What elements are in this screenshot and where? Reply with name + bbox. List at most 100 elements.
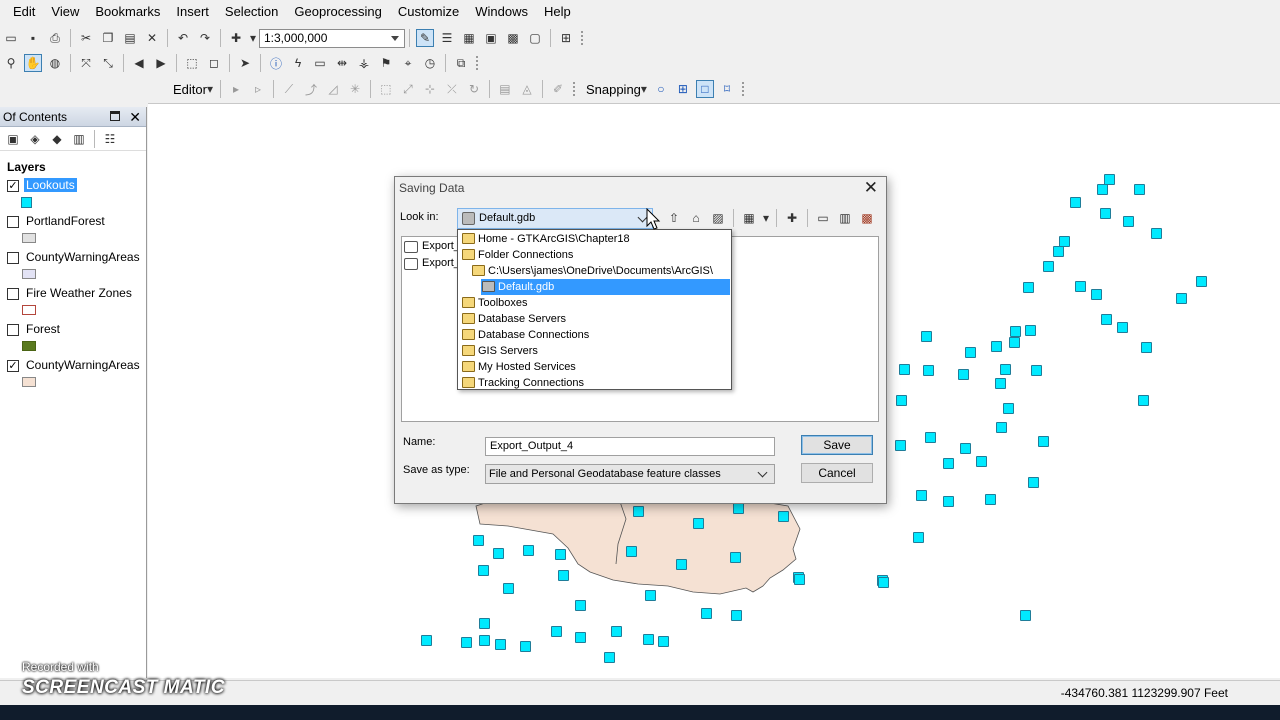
go-to-xy-icon[interactable]: ⌖ xyxy=(399,54,417,72)
edit-tool-icon[interactable]: ▸ xyxy=(227,80,245,98)
layer-visibility-checkbox[interactable] xyxy=(7,324,19,336)
create-features-icon[interactable]: ✐ xyxy=(549,80,567,98)
rotate-icon[interactable]: ↻ xyxy=(465,80,483,98)
attributes-icon[interactable]: ▤ xyxy=(496,80,514,98)
python-window-icon[interactable]: ▢ xyxy=(526,29,544,47)
layer-countywarningareas[interactable]: CountyWarningAreas xyxy=(0,249,147,267)
menu-windows[interactable]: Windows xyxy=(467,0,536,24)
default-geodatabase-icon[interactable]: ▨ xyxy=(709,209,727,227)
layer-visibility-checkbox[interactable]: ✓ xyxy=(7,180,19,192)
options-icon[interactable]: ☷ xyxy=(101,130,119,148)
layer-visibility-checkbox[interactable] xyxy=(7,288,19,300)
back-icon[interactable]: ◀ xyxy=(130,54,148,72)
dropdown-item[interactable]: Database Connections xyxy=(461,327,593,343)
menu-selection[interactable]: Selection xyxy=(217,0,286,24)
pan-icon[interactable]: ✋ xyxy=(24,54,42,72)
editor-toolbar-icon[interactable]: ✎ xyxy=(416,29,434,47)
layer-forest[interactable]: Forest xyxy=(0,321,147,339)
list-by-drawing-order-icon[interactable]: ▣ xyxy=(4,130,22,148)
open-icon[interactable]: ▭ xyxy=(2,29,20,47)
look-in-select[interactable]: Default.gdb xyxy=(457,208,653,229)
cut-polygons-icon[interactable]: ⊹ xyxy=(421,80,439,98)
layer-portlandforest[interactable]: PortlandForest xyxy=(0,213,147,231)
save-button[interactable]: Save xyxy=(801,435,873,455)
menu-view[interactable]: View xyxy=(43,0,87,24)
toolbar-grip[interactable] xyxy=(572,82,579,96)
redo-icon[interactable]: ↷ xyxy=(196,29,214,47)
save-as-type-select[interactable]: File and Personal Geodatabase feature cl… xyxy=(485,464,775,484)
dropdown-item[interactable]: GIS Servers xyxy=(461,343,542,359)
layer-countywarningareas[interactable]: ✓ CountyWarningAreas xyxy=(0,357,147,375)
undo-icon[interactable]: ↶ xyxy=(174,29,192,47)
edge-snapping-icon[interactable]: ⌑ xyxy=(718,80,736,98)
layer-visibility-checkbox[interactable] xyxy=(7,252,19,264)
reshape-icon[interactable]: ⤢ xyxy=(399,80,417,98)
layer-name[interactable]: Fire Weather Zones xyxy=(26,286,132,300)
list-by-source-icon[interactable]: ◈ xyxy=(26,130,44,148)
measure-icon[interactable]: ⇹ xyxy=(333,54,351,72)
find-icon[interactable]: ⚶ xyxy=(355,54,373,72)
toolbar-grip[interactable] xyxy=(476,56,482,70)
chevron-down-icon[interactable] xyxy=(757,467,768,478)
toolbar-grip[interactable] xyxy=(741,82,748,96)
html-popup-icon[interactable]: ▭ xyxy=(311,54,329,72)
chevron-down-icon[interactable]: ▾ xyxy=(249,29,257,47)
dropdown-item[interactable]: Default.gdb xyxy=(481,279,730,295)
new-toolbox-icon[interactable]: ▩ xyxy=(858,209,876,227)
menu-edit[interactable]: Edit xyxy=(5,0,43,24)
clear-selection-icon[interactable]: ◻ xyxy=(205,54,223,72)
new-folder-icon[interactable]: ▭ xyxy=(814,209,832,227)
copy-icon[interactable]: ❐ xyxy=(99,29,117,47)
create-viewer-icon[interactable]: ⧉ xyxy=(452,54,470,72)
find-route-icon[interactable]: ⚑ xyxy=(377,54,395,72)
edit-vertices-icon[interactable]: ⬚ xyxy=(377,80,395,98)
layer-lookouts[interactable]: ✓ Lookouts xyxy=(0,177,147,195)
chevron-down-icon[interactable]: ▾ xyxy=(640,80,648,98)
midpoint-icon[interactable]: ✳ xyxy=(346,80,364,98)
layer-name[interactable]: CountyWarningAreas xyxy=(26,250,140,264)
editor-menu[interactable]: Editor xyxy=(170,82,210,97)
delete-icon[interactable]: ✕ xyxy=(143,29,161,47)
dropdown-item[interactable]: Home - GTKArcGIS\Chapter18 xyxy=(461,231,634,247)
dropdown-item[interactable]: Toolboxes xyxy=(461,295,532,311)
cancel-button[interactable]: Cancel xyxy=(801,463,873,483)
layer-visibility-checkbox[interactable] xyxy=(7,216,19,228)
list-item[interactable]: Export_ xyxy=(404,257,460,270)
up-one-level-icon[interactable]: ⇧ xyxy=(665,209,683,227)
toc-root[interactable]: Layers xyxy=(0,159,147,177)
table-of-contents-icon[interactable]: ☰ xyxy=(438,29,456,47)
snapping-menu[interactable]: Snapping xyxy=(583,82,644,97)
fixed-zoom-out-icon[interactable]: ⤡ xyxy=(99,54,117,72)
dropdown-item[interactable]: C:\Users\james\OneDrive\Documents\ArcGIS… xyxy=(471,263,717,279)
chevron-down-icon[interactable]: ▾ xyxy=(206,80,214,98)
end-snapping-icon[interactable]: ⊞ xyxy=(674,80,692,98)
layer-visibility-checkbox[interactable]: ✓ xyxy=(7,360,19,372)
list-by-visibility-icon[interactable]: ◆ xyxy=(48,130,66,148)
fixed-zoom-in-icon[interactable]: ⤧ xyxy=(77,54,95,72)
time-slider-icon[interactable]: ◷ xyxy=(421,54,439,72)
cut-icon[interactable]: ✂ xyxy=(77,29,95,47)
straight-segment-icon[interactable]: ⟋ xyxy=(280,80,298,98)
menu-bookmarks[interactable]: Bookmarks xyxy=(87,0,168,24)
connect-to-folder-icon[interactable]: ✚ xyxy=(783,209,801,227)
zoom-out-icon[interactable]: ⚲ xyxy=(2,54,20,72)
menu-help[interactable]: Help xyxy=(536,0,579,24)
chevron-down-icon[interactable]: ▾ xyxy=(762,209,770,227)
home-icon[interactable]: ⌂ xyxy=(687,209,705,227)
point-snapping-icon[interactable]: ○ xyxy=(652,80,670,98)
layer-name[interactable]: CountyWarningAreas xyxy=(26,358,140,372)
dropdown-item[interactable]: My Hosted Services xyxy=(461,359,580,375)
search-window-icon[interactable]: ▣ xyxy=(482,29,500,47)
layer-name[interactable]: PortlandForest xyxy=(26,214,105,228)
forward-icon[interactable]: ▶ xyxy=(152,54,170,72)
view-menu-icon[interactable]: ▦ xyxy=(740,209,758,227)
model-builder-icon[interactable]: ⊞ xyxy=(557,29,575,47)
close-icon[interactable]: ✕ xyxy=(864,178,878,198)
layer-fire-weather-zones[interactable]: Fire Weather Zones xyxy=(0,285,147,303)
print-icon[interactable]: ⎙ xyxy=(46,29,64,47)
catalog-icon[interactable]: ▦ xyxy=(460,29,478,47)
new-feature-dataset-icon[interactable]: ▥ xyxy=(836,209,854,227)
full-extent-icon[interactable]: ◍ xyxy=(46,54,64,72)
list-by-selection-icon[interactable]: ▥ xyxy=(70,130,88,148)
maximize-icon[interactable] xyxy=(110,111,120,121)
